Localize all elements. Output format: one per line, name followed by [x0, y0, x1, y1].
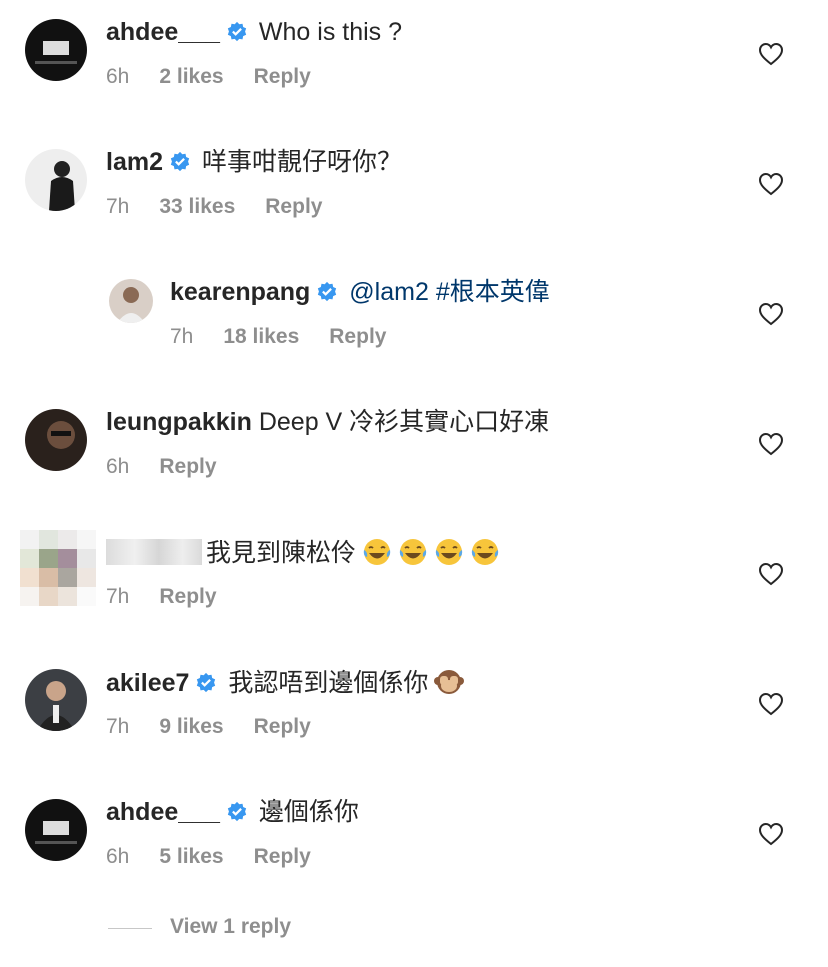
comment-meta: 7h 18 likes Reply — [170, 324, 416, 350]
comment-text: 咩事咁靚仔呀你？ — [201, 148, 402, 176]
timestamp: 7h — [170, 325, 194, 348]
avatar-image — [35, 821, 77, 844]
reply-button[interactable]: Reply — [254, 715, 311, 738]
comment-line: ahdee___ 邊個係你 — [106, 797, 359, 827]
laughing-crying-emoji — [435, 539, 463, 565]
heart-icon[interactable] — [758, 692, 784, 716]
mention-link[interactable]: @lam2 — [349, 278, 429, 306]
comment-meta: 7h Reply — [106, 584, 247, 610]
username[interactable]: leungpakkin — [106, 408, 252, 436]
avatar[interactable] — [25, 669, 87, 731]
heart-icon[interactable] — [758, 302, 784, 326]
laughing-crying-emoji — [363, 539, 391, 565]
verified-badge-icon — [318, 281, 337, 302]
likes-count[interactable]: 9 likes — [159, 715, 223, 738]
avatar-image — [37, 681, 75, 731]
comment-meta: 6h Reply — [106, 454, 247, 480]
avatar[interactable] — [25, 409, 87, 471]
reply-button[interactable]: Reply — [159, 585, 216, 608]
username[interactable]: ahdee___ — [106, 18, 220, 46]
comment-meta: 6h 2 likes Reply — [106, 64, 341, 90]
heart-icon[interactable] — [758, 432, 784, 456]
comment-text: Deep V 冷衫其實心口好凍 — [258, 408, 550, 436]
heart-icon[interactable] — [758, 562, 784, 586]
reply-button[interactable]: Reply — [265, 195, 322, 218]
laughing-crying-emoji — [471, 539, 499, 565]
avatar-image — [49, 161, 75, 211]
avatar-image — [47, 421, 75, 449]
likes-count[interactable]: 33 likes — [159, 195, 235, 218]
reply-button[interactable]: Reply — [254, 845, 311, 868]
view-replies-button[interactable]: View 1 reply — [170, 915, 291, 939]
likes-count[interactable]: 2 likes — [159, 65, 223, 88]
comment-text: 邊個係你 — [258, 798, 359, 826]
avatar[interactable] — [25, 799, 87, 861]
likes-count[interactable]: 5 likes — [159, 845, 223, 868]
likes-count[interactable]: 18 likes — [223, 325, 299, 348]
avatar[interactable] — [20, 530, 96, 606]
avatar[interactable] — [25, 149, 87, 211]
comment-line: leungpakkin Deep V 冷衫其實心口好凍 — [106, 407, 549, 437]
see-no-evil-monkey-emoji — [434, 670, 465, 694]
comment-line: lam2 咩事咁靚仔呀你？ — [106, 147, 402, 177]
comment-meta: 7h 9 likes Reply — [106, 714, 341, 740]
verified-badge-icon — [170, 151, 190, 172]
comment-meta: 6h 5 likes Reply — [106, 844, 341, 870]
verified-badge-icon — [227, 21, 247, 42]
laughing-crying-emoji — [399, 539, 427, 565]
heart-icon[interactable] — [758, 42, 784, 66]
view-replies-divider — [108, 928, 152, 929]
verified-badge-icon — [227, 801, 247, 822]
avatar-image — [117, 287, 145, 323]
username[interactable]: akilee7 — [106, 669, 189, 697]
verified-badge-icon — [197, 672, 216, 693]
timestamp: 6h — [106, 455, 130, 478]
blurred-avatar-image — [20, 530, 96, 606]
timestamp: 7h — [106, 715, 130, 738]
comment-text: 我認唔到邊個係你 — [228, 669, 429, 697]
heart-icon[interactable] — [758, 172, 784, 196]
timestamp: 7h — [106, 195, 130, 218]
reply-button[interactable]: Reply — [159, 455, 216, 478]
comment-text: Who is this ? — [258, 18, 403, 46]
comment-line: akilee7 我認唔到邊個係你 — [106, 667, 465, 698]
reply-button[interactable]: Reply — [254, 65, 311, 88]
comment-line: 我見到陳松伶 — [106, 537, 500, 568]
timestamp: 6h — [106, 65, 130, 88]
timestamp: 6h — [106, 845, 130, 868]
username[interactable]: ahdee___ — [106, 798, 220, 826]
avatar-image — [35, 41, 77, 64]
comment-text: 我見到陳松伶 — [206, 539, 357, 567]
blurred-username — [106, 539, 202, 565]
username[interactable]: kearenpang — [170, 278, 310, 306]
hashtag-link[interactable]: #根本英偉 — [436, 278, 550, 306]
heart-icon[interactable] — [758, 822, 784, 846]
timestamp: 7h — [106, 585, 130, 608]
comment-line: ahdee___ Who is this ? — [106, 17, 402, 47]
username[interactable]: lam2 — [106, 148, 163, 176]
comment-line: kearenpang @lam2 #根本英偉 — [170, 277, 550, 307]
reply-button[interactable]: Reply — [329, 325, 386, 348]
comment-meta: 7h 33 likes Reply — [106, 194, 352, 220]
avatar[interactable] — [25, 19, 87, 81]
avatar[interactable] — [109, 279, 153, 323]
